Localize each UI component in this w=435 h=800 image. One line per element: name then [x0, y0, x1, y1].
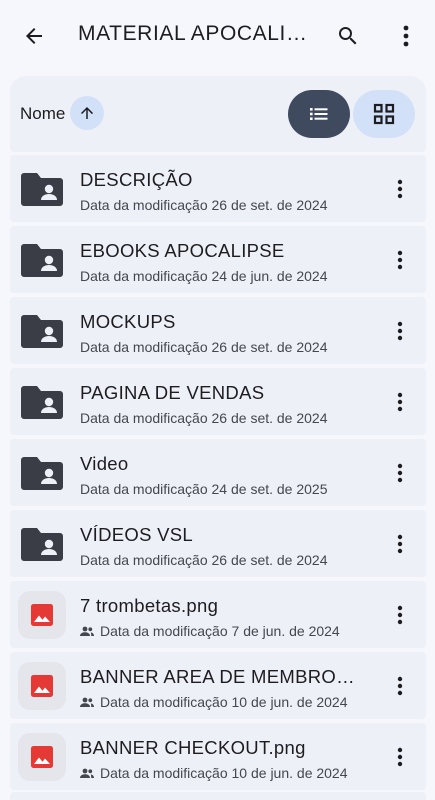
list-item[interactable]: EBOOKS APOCALIPSE Data da modificação 24…: [10, 226, 426, 293]
sort-and-view-bar: Nome: [10, 76, 426, 152]
shared-folder-icon: [18, 236, 66, 284]
list-item[interactable]: PAGINA DE VENDAS Data da modificação 26 …: [10, 368, 426, 435]
arrow-back-icon[interactable]: [18, 20, 50, 52]
item-modified-date: Data da modificação 26 de set. de 2024: [80, 197, 328, 213]
item-name: EBOOKS APOCALIPSE: [80, 240, 285, 261]
more-vert-icon[interactable]: [388, 599, 412, 631]
list-item[interactable]: 7 trombetas.png Data da modificação 7 de…: [10, 581, 426, 648]
folder-title: MATERIAL APOCALIPSE: [78, 22, 318, 45]
item-name: MOCKUPS: [80, 311, 176, 332]
item-name: BANNER AREA DE MEMBROS.png: [80, 666, 366, 687]
shared-folder-icon: [18, 307, 66, 355]
shared-people-icon: [80, 697, 94, 708]
grid-view-button[interactable]: [353, 90, 415, 138]
item-name: 7 trombetas.png: [80, 595, 219, 616]
shared-folder-icon: [18, 378, 66, 426]
item-name: PAGINA DE VENDAS: [80, 382, 265, 403]
top-app-bar: MATERIAL APOCALIPSE: [0, 0, 435, 72]
list-view-button[interactable]: [288, 90, 350, 138]
more-vert-icon[interactable]: [388, 173, 412, 205]
item-modified-date: Data da modificação 10 de jun. de 2024: [80, 694, 348, 710]
list-item[interactable]: BANNER CHECKOUT.png Data da modificação …: [10, 723, 426, 790]
item-modified-date: Data da modificação 10 de jun. de 2024: [80, 765, 348, 781]
grid-view-icon: [373, 103, 395, 125]
shared-folder-icon: [18, 449, 66, 497]
more-vert-icon[interactable]: [388, 386, 412, 418]
shared-people-icon: [80, 768, 94, 779]
image-file-icon: [18, 591, 66, 639]
more-vert-icon[interactable]: [388, 457, 412, 489]
file-list: DESCRIÇÃO Data da modificação 26 de set.…: [10, 155, 426, 794]
image-file-icon: [18, 733, 66, 781]
shared-people-icon: [80, 626, 94, 637]
item-name: VÍDEOS VSL: [80, 524, 194, 545]
image-file-icon: [18, 662, 66, 710]
list-item[interactable]: BANNER AREA DE MEMBROS.png Data da modif…: [10, 652, 426, 719]
more-vert-icon[interactable]: [388, 670, 412, 702]
list-item[interactable]: MOCKUPS Data da modificação 26 de set. d…: [10, 297, 426, 364]
shared-folder-icon: [18, 165, 66, 213]
list-view-icon: [309, 106, 329, 122]
item-modified-date: Data da modificação 7 de jun. de 2024: [80, 623, 340, 639]
item-modified-date: Data da modificação 26 de set. de 2024: [80, 339, 328, 355]
more-vert-icon[interactable]: [388, 528, 412, 560]
item-name: Video: [80, 453, 129, 474]
item-name: DESCRIÇÃO: [80, 169, 193, 190]
more-vert-icon[interactable]: [388, 741, 412, 773]
item-modified-date: Data da modificação 24 de jun. de 2024: [80, 268, 328, 284]
item-name: BANNER CHECKOUT.png: [80, 737, 306, 758]
search-icon[interactable]: [332, 20, 364, 52]
sort-by-name-button[interactable]: Nome: [20, 104, 65, 124]
list-item-partial[interactable]: [10, 792, 426, 800]
item-modified-date: Data da modificação 26 de set. de 2024: [80, 552, 328, 568]
list-item[interactable]: DESCRIÇÃO Data da modificação 26 de set.…: [10, 155, 426, 222]
list-item[interactable]: VÍDEOS VSL Data da modificação 26 de set…: [10, 510, 426, 577]
shared-folder-icon: [18, 520, 66, 568]
more-vert-icon[interactable]: [392, 20, 420, 52]
more-vert-icon[interactable]: [388, 315, 412, 347]
list-item[interactable]: Video Data da modificação 24 de set. de …: [10, 439, 426, 506]
more-vert-icon[interactable]: [388, 244, 412, 276]
arrow-up-icon[interactable]: [70, 96, 104, 130]
item-modified-date: Data da modificação 26 de set. de 2024: [80, 410, 328, 426]
item-modified-date: Data da modificação 24 de set. de 2025: [80, 481, 328, 497]
